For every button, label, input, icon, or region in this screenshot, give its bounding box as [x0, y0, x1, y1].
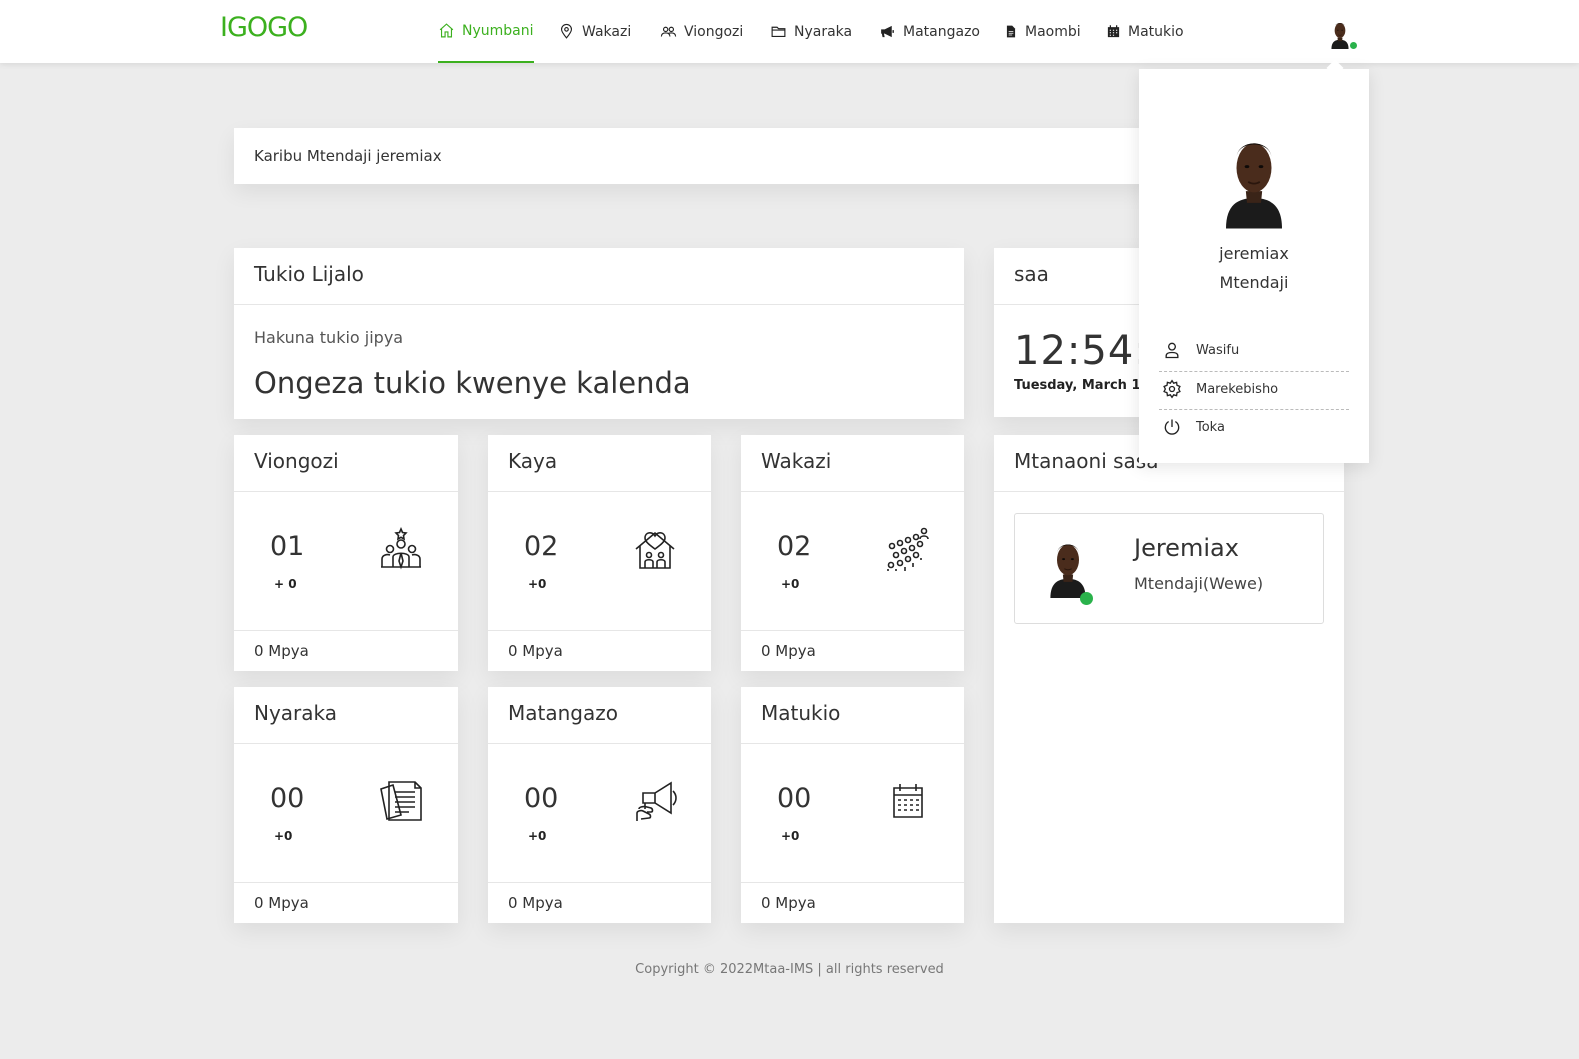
nav-nyumbani[interactable]: Nyumbani [438, 0, 534, 63]
megaphone-icon [633, 779, 677, 823]
stat-footer: 0 Mpya [761, 642, 816, 660]
avatar [1045, 532, 1091, 598]
online-user-role: Mtendaji(Wewe) [1134, 574, 1264, 593]
stat-count: 00 [270, 783, 305, 814]
stat-footer: 0 Mpya [508, 894, 563, 912]
stat-count: 00 [524, 783, 559, 814]
stat-card-wakazi[interactable]: Wakazi 02 +0 0 Mpya [741, 435, 964, 671]
stat-card-matukio[interactable]: Matukio 00 +0 0 Mpya [741, 687, 964, 923]
online-user-item[interactable]: Jeremiax Mtendaji(Wewe) [1014, 513, 1324, 624]
leader-group-icon [379, 526, 423, 571]
crowd-icon [886, 527, 930, 571]
card-title: Matangazo [508, 701, 618, 725]
stat-delta: +0 [781, 577, 800, 591]
page-footer: Copyright © 2022Mtaa-IMS | all rights re… [635, 962, 944, 977]
stat-count: 02 [777, 531, 812, 562]
menu-item-toka[interactable]: Toka [1159, 408, 1349, 446]
calendar-icon [886, 779, 930, 823]
family-house-icon [633, 527, 677, 571]
stat-delta: +0 [781, 829, 800, 843]
no-event-text: Hakuna tukio jipya [254, 328, 404, 347]
stat-card-matangazo[interactable]: Matangazo 00 +0 0 Mpya [488, 687, 711, 923]
home-icon [439, 23, 454, 38]
nav-maombi[interactable]: Maombi [1004, 0, 1081, 63]
avatar [1219, 123, 1289, 229]
power-icon [1164, 419, 1180, 435]
user-dropdown-menu: jeremiax Mtendaji Wasifu Marekebisho Tok… [1139, 69, 1369, 463]
clock-date: Tuesday, March 1 [1014, 378, 1141, 393]
stat-delta: +0 [274, 829, 293, 843]
stat-footer: 0 Mpya [254, 642, 309, 660]
nav-viongozi[interactable]: Viongozi [660, 0, 743, 63]
top-navbar: IGOGO Nyumbani Wakazi Viongozi Nyaraka M… [0, 0, 1579, 63]
menu-item-label: Toka [1196, 419, 1225, 435]
stat-footer: 0 Mpya [761, 894, 816, 912]
online-now-card: Mtanaoni sasa Jeremiax Mtendaji(Wewe) [994, 435, 1344, 923]
brand-logo[interactable]: IGOGO [220, 12, 308, 43]
menu-item-wasifu[interactable]: Wasifu [1159, 331, 1349, 369]
stat-delta: +0 [528, 577, 547, 591]
nav-matangazo[interactable]: Matangazo [879, 0, 980, 63]
upcoming-event-card: Tukio Lijalo Hakuna tukio jipya Ongeza t… [234, 248, 964, 419]
add-event-prompt[interactable]: Ongeza tukio kwenye kalenda [254, 366, 691, 400]
stat-footer: 0 Mpya [508, 642, 563, 660]
nav-nyaraka[interactable]: Nyaraka [770, 0, 852, 63]
card-title: Nyaraka [254, 701, 338, 725]
card-title: Tukio Lijalo [254, 262, 364, 286]
stat-delta: + 0 [274, 577, 297, 591]
bullhorn-icon [881, 25, 894, 38]
online-status-dot [1080, 592, 1093, 605]
nav-label: Nyaraka [794, 23, 853, 40]
stat-card-kaya[interactable]: Kaya 02 +0 0 Mpya [488, 435, 711, 671]
online-status-dot [1350, 42, 1357, 49]
card-title: saa [1014, 262, 1049, 286]
menu-item-label: Wasifu [1196, 342, 1240, 358]
documents-icon [379, 779, 423, 823]
nav-label: Maombi [1025, 23, 1081, 40]
user-icon [1165, 342, 1179, 359]
users-icon [660, 26, 677, 37]
nav-label: Matangazo [903, 23, 980, 40]
nav-label: Wakazi [582, 23, 632, 40]
nav-label: Viongozi [684, 23, 744, 40]
stat-count: 02 [524, 531, 559, 562]
card-title: Kaya [508, 449, 558, 473]
online-user-name: Jeremiax [1134, 534, 1239, 562]
map-pin-icon [560, 23, 573, 39]
stat-footer: 0 Mpya [254, 894, 309, 912]
stat-card-viongozi[interactable]: Viongozi 01 + 0 0 Mpya [234, 435, 458, 671]
nav-matukio[interactable]: Matukio [1106, 0, 1184, 63]
stat-count: 00 [777, 783, 812, 814]
welcome-text: Karibu Mtendaji jeremiax [254, 147, 442, 165]
nav-label: Matukio [1128, 23, 1184, 40]
stat-card-nyaraka[interactable]: Nyaraka 00 +0 0 Mpya [234, 687, 458, 923]
dropdown-user-role: Mtendaji [1219, 273, 1289, 292]
card-title: Viongozi [254, 449, 339, 473]
stat-count: 01 [270, 531, 305, 562]
card-title: Wakazi [761, 449, 832, 473]
gear-icon [1163, 379, 1181, 399]
nav-wakazi[interactable]: Wakazi [558, 0, 631, 63]
card-title: Mtanaoni sasa [1014, 449, 1159, 473]
file-icon [1006, 25, 1016, 38]
calendar-icon [1107, 25, 1120, 38]
nav-label: Nyumbani [462, 22, 534, 39]
menu-item-label: Marekebisho [1196, 381, 1279, 397]
menu-item-marekebisho[interactable]: Marekebisho [1159, 370, 1349, 408]
dropdown-user-name: jeremiax [1219, 244, 1289, 263]
card-title: Matukio [761, 701, 841, 725]
folder-icon [771, 26, 786, 38]
stat-delta: +0 [528, 829, 547, 843]
